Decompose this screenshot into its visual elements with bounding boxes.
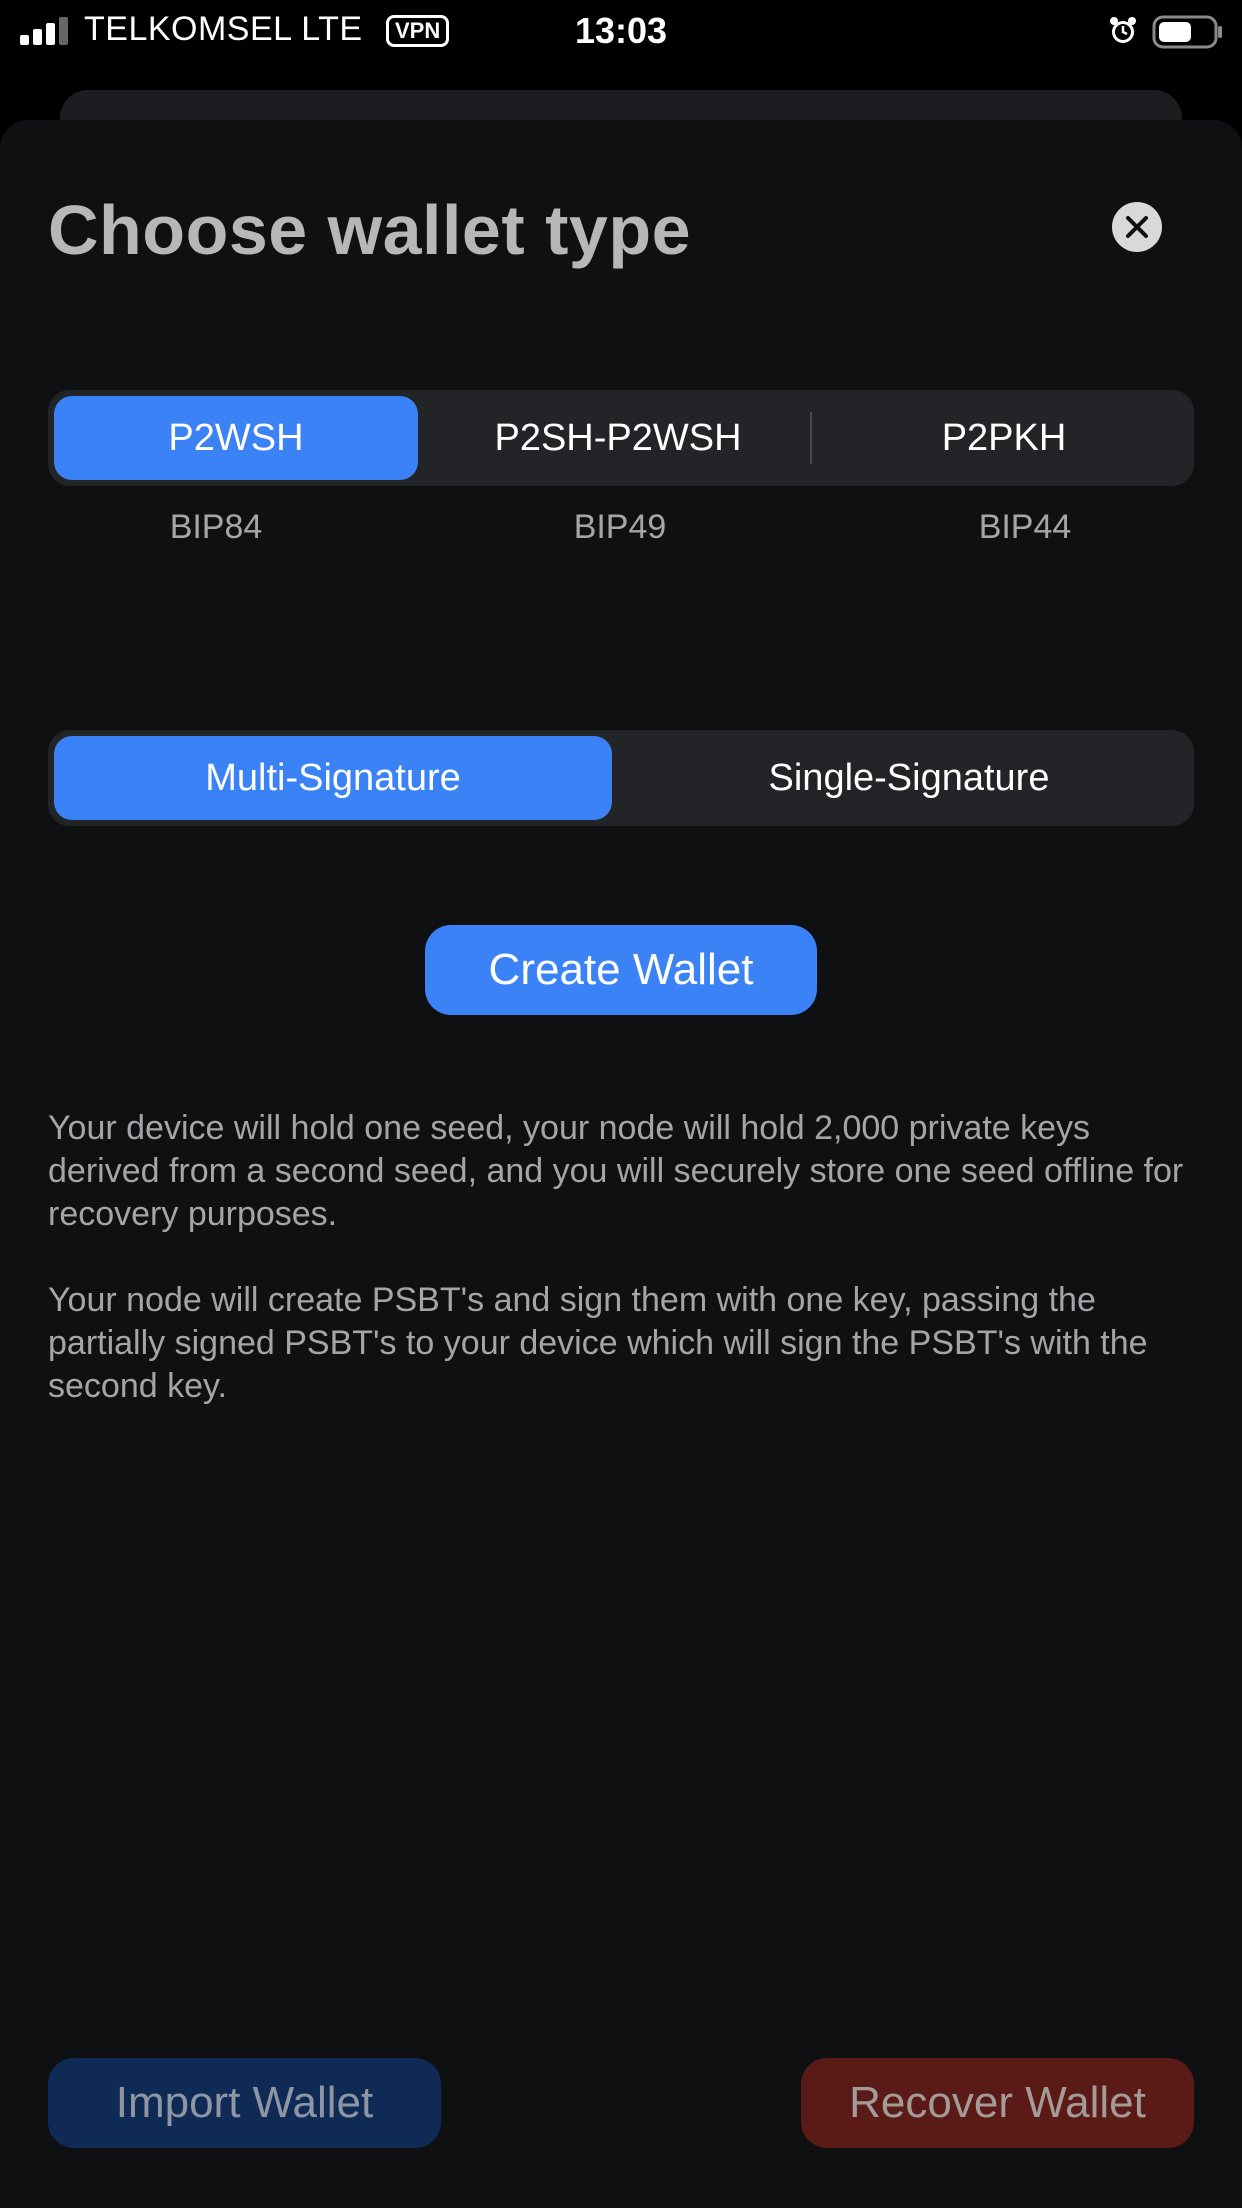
alarm-icon [1108, 16, 1138, 46]
status-bar: TELKOMSEL LTE VPN 13:03 [0, 0, 1242, 62]
signature-type-segmented-control: Multi-Signature Single-Signature [48, 730, 1194, 826]
bip84-label: BIP84 [169, 508, 263, 546]
description-paragraph-1: Your device will hold one seed, your nod… [48, 1109, 1184, 1233]
description-paragraph-2: Your node will create PSBT's and sign th… [48, 1281, 1148, 1405]
battery-icon [1152, 14, 1224, 50]
import-wallet-button[interactable]: Import Wallet [48, 2058, 441, 2148]
close-icon [1126, 216, 1148, 238]
create-wallet-button[interactable]: Create Wallet [425, 925, 817, 1015]
segment-multi-signature[interactable]: Multi-Signature [54, 736, 612, 820]
address-type-segmented-control: P2WSH P2SH-P2WSH P2PKH [48, 390, 1194, 486]
page-title: Choose wallet type [48, 191, 692, 269]
segment-p2wsh[interactable]: P2WSH [54, 396, 418, 480]
clock: 13:03 [574, 10, 668, 51]
bip44-label: BIP44 [978, 508, 1072, 546]
close-button[interactable] [1112, 202, 1162, 252]
recover-wallet-button[interactable]: Recover Wallet [801, 2058, 1194, 2148]
segment-p2pkh[interactable]: P2PKH [820, 396, 1188, 480]
segment-single-signature[interactable]: Single-Signature [630, 736, 1188, 820]
bip49-label: BIP49 [573, 508, 667, 546]
segment-divider [810, 412, 812, 464]
segment-p2sh-p2wsh[interactable]: P2SH-P2WSH [433, 396, 803, 480]
